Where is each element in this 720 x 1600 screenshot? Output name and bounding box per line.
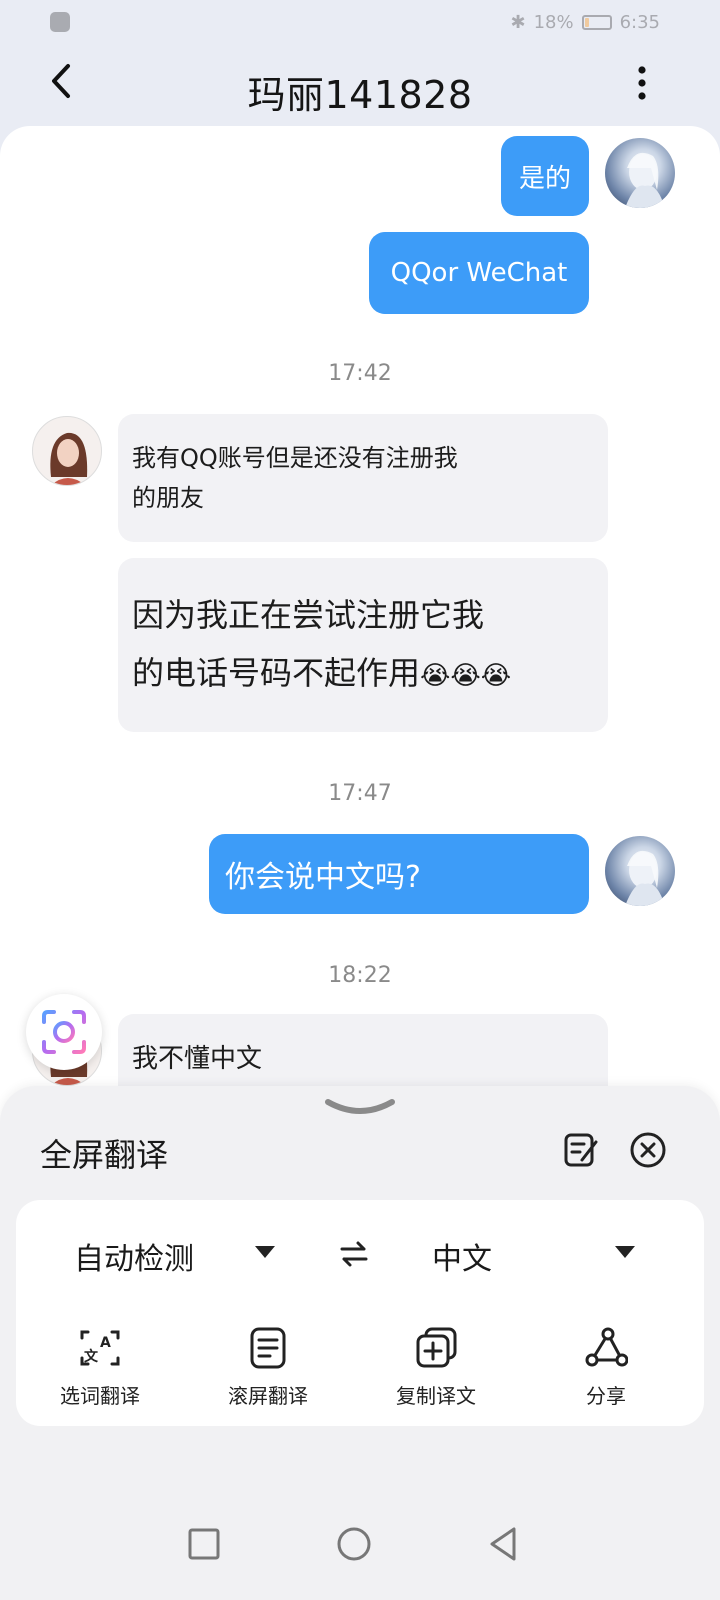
status-bar: ✱ 18% 6:35: [0, 0, 720, 48]
action-label: 滚屏翻译: [228, 1384, 308, 1408]
target-language-select[interactable]: 中文: [432, 1234, 492, 1278]
message-text: 是的: [518, 163, 571, 194]
copy-translation-icon: [416, 1327, 457, 1368]
translate-options-card: 自动检测 中文 A 文 选词翻译 滚屏翻译 复制译文 分享: [16, 1200, 704, 1426]
message-text: 因为我正在尝试注册它我: [132, 595, 485, 634]
avatar-self-image: [625, 152, 665, 208]
timestamp: 18:22: [328, 963, 392, 988]
screen-lens-button[interactable]: [26, 994, 102, 1070]
action-label: 选词翻译: [60, 1384, 140, 1408]
collapse-handle-icon[interactable]: [322, 1096, 398, 1120]
copy-translation-button[interactable]: 复制译文: [356, 1326, 516, 1416]
message-text: 你会说中文吗?: [225, 860, 421, 895]
circle-icon[interactable]: [332, 1522, 376, 1566]
avatar-peer-image: [50, 432, 88, 485]
share-icon: [585, 1327, 628, 1367]
avatar-peer[interactable]: [32, 416, 102, 486]
clock: 6:35: [619, 12, 660, 33]
system-nav-bar: [0, 1490, 720, 1600]
square-icon[interactable]: [182, 1522, 226, 1566]
close-icon[interactable]: [628, 1130, 668, 1170]
message-text: 的电话号码不起作用😭😭😭: [132, 644, 511, 705]
svg-text:A: A: [100, 1335, 111, 1351]
message-bubble-incoming[interactable]: 我有QQ账号但是还没有注册我 的朋友: [118, 414, 608, 542]
edit-icon[interactable]: [562, 1130, 600, 1170]
screen: ✱ 18% 6:35 玛丽141828 是的 QQor WeChat 17:42…: [0, 0, 720, 1600]
translate-panel: 全屏翻译 自动检测 中文 A 文 选词翻译 滚屏翻译 复制译文 分享: [0, 1086, 720, 1490]
message-bubble-incoming[interactable]: 因为我正在尝试注册它我 的电话号码不起作用😭😭😭: [118, 558, 608, 732]
message-bubble-outgoing[interactable]: 你会说中文吗?: [209, 834, 589, 914]
word-translate-button[interactable]: A 文 选词翻译: [20, 1326, 180, 1416]
battery-level: [584, 18, 589, 27]
timestamp: 17:42: [328, 361, 392, 386]
message-text: 我不懂中文: [132, 1044, 263, 1074]
bluetooth-icon: ✱: [510, 12, 526, 33]
dropdown-arrow-icon[interactable]: [254, 1244, 276, 1260]
more-vertical-icon[interactable]: [632, 64, 652, 102]
network-icon: [50, 12, 70, 32]
scroll-translate-icon: [250, 1327, 286, 1369]
source-language-select[interactable]: 自动检测: [74, 1234, 194, 1278]
panel-title: 全屏翻译: [40, 1136, 169, 1174]
avatar-self-image: [625, 850, 665, 906]
message-bubble-outgoing[interactable]: 是的: [501, 136, 589, 216]
chat-title: 玛丽141828: [247, 73, 473, 117]
word-translate-icon: A 文: [80, 1330, 120, 1366]
avatar-self[interactable]: [605, 138, 675, 208]
network-indicator: [50, 12, 76, 32]
chat-header: 玛丽141828: [0, 48, 720, 126]
message-text: 我有QQ账号但是还没有注册我: [132, 444, 458, 472]
battery-percent: 18%: [533, 12, 574, 33]
message-text: QQor WeChat: [390, 258, 568, 288]
chat-area[interactable]: 是的 QQor WeChat 17:42 我有QQ账号但是还没有注册我 的朋友 …: [0, 126, 720, 1126]
status-right: ✱ 18% 6:35: [510, 12, 660, 33]
message-text: 的朋友: [132, 484, 204, 512]
scroll-translate-button[interactable]: 滚屏翻译: [188, 1326, 348, 1416]
swap-languages-icon[interactable]: [338, 1240, 370, 1268]
action-label: 分享: [586, 1384, 626, 1408]
triangle-back-icon[interactable]: [482, 1522, 526, 1566]
message-text-line: 的电话号码不起作用: [132, 653, 421, 692]
timestamp: 17:47: [328, 781, 392, 806]
share-button[interactable]: 分享: [526, 1326, 686, 1416]
avatar-self[interactable]: [605, 836, 675, 906]
lens-icon: [42, 1010, 86, 1054]
crying-emoji: 😭😭😭: [420, 660, 512, 691]
dropdown-arrow-icon[interactable]: [614, 1244, 636, 1260]
message-bubble-outgoing[interactable]: QQor WeChat: [369, 232, 589, 314]
svg-text:文: 文: [84, 1348, 99, 1365]
language-row: 自动检测 中文: [16, 1200, 704, 1310]
battery-icon: [581, 15, 612, 30]
action-label: 复制译文: [396, 1384, 476, 1408]
